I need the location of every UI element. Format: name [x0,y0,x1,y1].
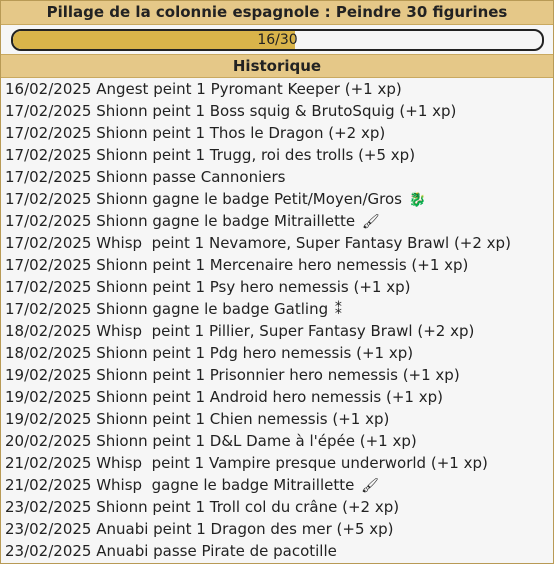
history-item: 17/02/2025 Shionn gagne le badge Mitrail… [5,210,553,232]
history-item: 20/02/2025 Shionn peint 1 D&L Dame à l'é… [5,430,553,452]
history-item-text: 18/02/2025 Shionn peint 1 Pdg hero nemes… [5,344,414,362]
history-item-text: 17/02/2025 Whisp peint 1 Nevamore, Super… [5,234,511,252]
history-item-text: 17/02/2025 Shionn peint 1 Trugg, roi des… [5,146,416,164]
history-item: 17/02/2025 Shionn peint 1 Psy hero nemes… [5,276,553,298]
progress-bar: 16/30 [11,29,544,51]
progress-area: 16/30 [1,25,553,54]
history-item: 21/02/2025 Whisp gagne le badge Mitraill… [5,474,553,496]
quest-title: Pillage de la colonnie espagnole : Peind… [1,1,553,25]
progress-label: 16/30 [257,32,298,48]
history-item: 17/02/2025 Shionn gagne le badge Gatling… [5,298,553,320]
history-list: 16/02/2025 Angest peint 1 Pyromant Keepe… [1,78,553,562]
brush-badge-icon: 🖌 [361,478,379,494]
history-item: 18/02/2025 Whisp peint 1 Pillier, Super … [5,320,553,342]
history-item: 17/02/2025 Shionn peint 1 Mercenaire her… [5,254,553,276]
history-item: 17/02/2025 Whisp peint 1 Nevamore, Super… [5,232,553,254]
history-item: 17/02/2025 Shionn peint 1 Thos le Dragon… [5,122,553,144]
brush-badge-icon: 🖌 [361,214,380,230]
history-item-text: 23/02/2025 Anuabi passe Pirate de pacoti… [5,542,337,560]
history-item: 17/02/2025 Shionn gagne le badge Petit/M… [5,188,553,210]
history-item: 17/02/2025 Shionn passe Cannoniers [5,166,553,188]
history-item-text: 19/02/2025 Shionn peint 1 Prisonnier her… [5,366,460,384]
history-item: 19/02/2025 Shionn peint 1 Prisonnier her… [5,364,553,386]
history-item: 19/02/2025 Shionn peint 1 Chien nemessis… [5,408,553,430]
dragon-badge-icon: 🐉 [408,192,427,208]
history-item-text: 17/02/2025 Shionn gagne le badge Mitrail… [5,212,356,230]
history-item-text: 17/02/2025 Shionn gagne le badge Petit/M… [5,190,402,208]
history-item-text: 23/02/2025 Anuabi peint 1 Dragon des mer… [5,520,394,538]
history-item-text: 20/02/2025 Shionn peint 1 D&L Dame à l'é… [5,432,417,450]
history-item-text: 19/02/2025 Shionn peint 1 Chien nemessis… [5,410,390,428]
history-item-text: 21/02/2025 Whisp peint 1 Vampire presque… [5,454,488,472]
history-item: 19/02/2025 Shionn peint 1 Android hero n… [5,386,553,408]
history-item: 18/02/2025 Shionn peint 1 Pdg hero nemes… [5,342,553,364]
history-item-text: 18/02/2025 Whisp peint 1 Pillier, Super … [5,322,475,340]
history-item: 23/02/2025 Anuabi passe Pirate de pacoti… [5,540,553,562]
history-item: 17/02/2025 Shionn peint 1 Boss squig & B… [5,100,553,122]
history-item: 23/02/2025 Anuabi peint 1 Dragon des mer… [5,518,553,540]
history-item-text: 16/02/2025 Angest peint 1 Pyromant Keepe… [5,80,402,98]
history-item-text: 23/02/2025 Shionn peint 1 Troll col du c… [5,498,400,516]
history-item-text: 17/02/2025 Shionn peint 1 Thos le Dragon… [5,124,386,142]
history-item: 23/02/2025 Shionn peint 1 Troll col du c… [5,496,553,518]
history-item: 21/02/2025 Whisp peint 1 Vampire presque… [5,452,553,474]
history-item: 17/02/2025 Shionn peint 1 Trugg, roi des… [5,144,553,166]
history-item-text: 17/02/2025 Shionn peint 1 Mercenaire her… [5,256,469,274]
history-item-text: 17/02/2025 Shionn gagne le badge Gatling [5,300,329,318]
history-item-text: 17/02/2025 Shionn peint 1 Boss squig & B… [5,102,457,120]
history-item-text: 19/02/2025 Shionn peint 1 Android hero n… [5,388,443,406]
gatling-badge-icon: ⁑ [334,302,342,318]
history-header: Historique [1,54,553,78]
history-item-text: 21/02/2025 Whisp gagne le badge Mitraill… [5,476,355,494]
history-item-text: 17/02/2025 Shionn passe Cannoniers [5,168,286,186]
history-item-text: 17/02/2025 Shionn peint 1 Psy hero nemes… [5,278,411,296]
quest-panel: Pillage de la colonnie espagnole : Peind… [0,0,554,564]
history-item: 16/02/2025 Angest peint 1 Pyromant Keepe… [5,78,553,100]
